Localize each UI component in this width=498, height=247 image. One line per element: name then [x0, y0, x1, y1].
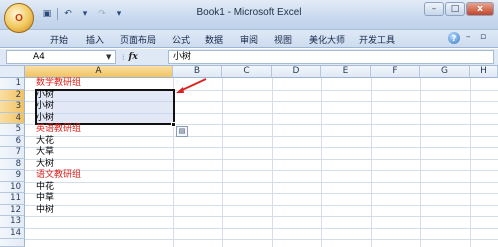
close-button[interactable]: x	[466, 2, 494, 16]
cell-a6[interactable]: 大花	[35, 136, 173, 148]
cell-a12[interactable]: 中树	[35, 205, 173, 217]
row-header-15[interactable]	[0, 239, 25, 247]
minimize-button[interactable]: –	[424, 2, 444, 16]
arrow-head	[176, 87, 184, 93]
row-header-14[interactable]: 14	[0, 227, 25, 239]
ribbon-minimize-icon[interactable]: –	[466, 32, 471, 42]
grid-line	[371, 78, 372, 247]
tab-page-layout[interactable]: 页面布局	[120, 33, 156, 46]
grid-line	[470, 78, 471, 247]
cell-a4[interactable]: 小树	[35, 113, 173, 125]
row-header-1[interactable]: 1	[0, 78, 25, 90]
office-logo-icon: O	[15, 12, 23, 24]
arrow-shaft	[179, 78, 207, 92]
cell-a11[interactable]: 中草	[35, 193, 173, 205]
grid-line	[222, 78, 223, 247]
grid-line	[321, 78, 322, 247]
row-header-3[interactable]: 3	[0, 101, 25, 113]
column-header-e[interactable]: E	[321, 66, 371, 78]
grid-line	[420, 78, 421, 247]
tab-view[interactable]: 视图	[274, 33, 292, 46]
title-bar: O ▣ ↶ ▾ ↷ ▾ Book1 - Microsoft Excel – □ …	[0, 0, 498, 33]
maximize-button[interactable]: □	[445, 2, 465, 16]
row-header-2[interactable]: 2	[0, 89, 25, 101]
cell-a8[interactable]: 大树	[35, 159, 173, 171]
name-box-dropdown-icon[interactable]: ▼	[106, 53, 111, 61]
formula-separator-icon: ⁞	[122, 52, 125, 62]
row-header-9[interactable]: 9	[0, 170, 25, 182]
cell-a7[interactable]: 大草	[35, 147, 173, 159]
select-all-corner[interactable]	[0, 66, 25, 78]
row-header-10[interactable]: 10	[0, 181, 25, 193]
cell-a2[interactable]: 小树	[35, 90, 173, 102]
column-header-c[interactable]: C	[222, 66, 272, 78]
tab-review[interactable]: 审阅	[240, 33, 258, 46]
row-header-13[interactable]: 13	[0, 216, 25, 228]
grid-line	[25, 216, 498, 217]
red-arrow-annotation	[176, 78, 207, 93]
column-header-g[interactable]: G	[420, 66, 470, 78]
help-icon[interactable]: ?	[448, 32, 460, 44]
tab-formulas[interactable]: 公式	[172, 33, 190, 46]
row-header-11[interactable]: 11	[0, 193, 25, 205]
paste-options-icon[interactable]: ▤	[176, 126, 188, 137]
column-header-d[interactable]: D	[272, 66, 321, 78]
cell-a1[interactable]: 数学教研组	[35, 78, 173, 90]
row-header-8[interactable]: 8	[0, 158, 25, 170]
name-box[interactable]: A4	[6, 50, 116, 64]
formula-bar: A4 ▼ ⁞ fx 小树	[0, 49, 498, 66]
cell-a10[interactable]: 中花	[35, 182, 173, 194]
tab-beautify-master[interactable]: 美化大师	[309, 33, 345, 46]
tab-developer[interactable]: 开发工具	[359, 33, 395, 46]
cell-a9[interactable]: 语文教研组	[35, 170, 173, 182]
column-header-f[interactable]: F	[371, 66, 420, 78]
row-header-12[interactable]: 12	[0, 204, 25, 216]
window-controls: – □ x	[424, 2, 494, 16]
row-header-5[interactable]: 5	[0, 124, 25, 136]
row-header-4[interactable]: 4	[0, 112, 25, 124]
insert-function-icon[interactable]: fx	[129, 52, 138, 62]
column-header-a[interactable]: A	[25, 66, 173, 78]
ribbon-tabs: 开始 插入 页面布局 公式 数据 审阅 视图 美化大师 开发工具 ? – ▫	[0, 30, 498, 48]
tab-insert[interactable]: 插入	[86, 33, 104, 46]
formula-input[interactable]: 小树	[168, 50, 494, 64]
cell-a5[interactable]: 英语教研组	[35, 124, 173, 136]
tab-home[interactable]: 开始	[50, 33, 68, 46]
tab-data[interactable]: 数据	[205, 33, 223, 46]
ribbon-restore-icon[interactable]: ▫	[480, 32, 486, 42]
row-header-6[interactable]: 6	[0, 135, 25, 147]
row-header-7[interactable]: 7	[0, 147, 25, 159]
grid-line	[25, 239, 498, 240]
grid-line	[272, 78, 273, 247]
office-button[interactable]: O	[4, 3, 34, 33]
grid-line	[25, 227, 498, 229]
cell-a3[interactable]: 小树	[35, 101, 173, 113]
column-header-h[interactable]: H	[470, 66, 498, 78]
formula-buttons: ⁞ fx	[120, 50, 168, 64]
